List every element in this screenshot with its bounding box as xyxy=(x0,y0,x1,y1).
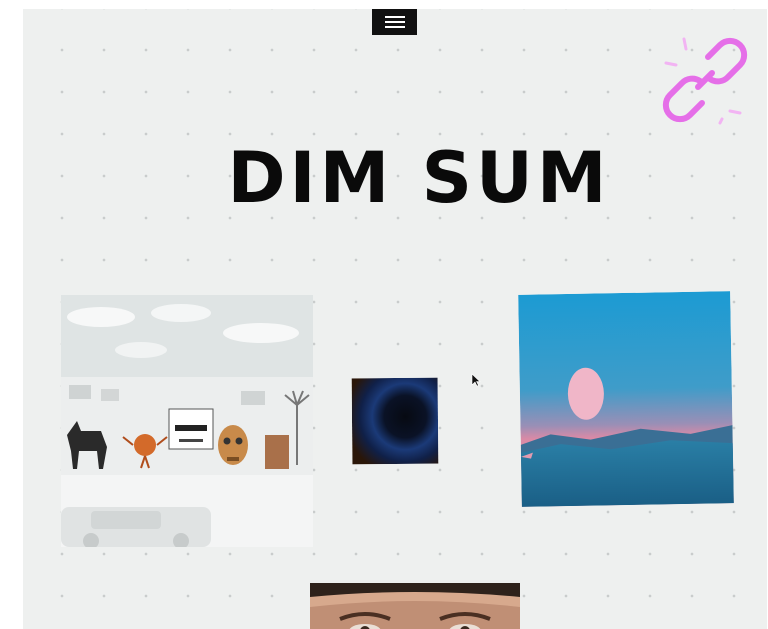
face-photo-artwork[interactable] xyxy=(310,583,520,629)
mouse-cursor-icon xyxy=(471,373,481,387)
hamburger-menu-button[interactable] xyxy=(372,9,417,35)
menu-line xyxy=(384,16,405,18)
collage-artwork[interactable] xyxy=(61,295,313,547)
broken-link-icon[interactable] xyxy=(660,35,750,125)
moon-ocean-artwork[interactable] xyxy=(518,291,734,507)
page-title: DIM SUM xyxy=(227,137,611,219)
canvas: DIM SUM xyxy=(23,9,767,629)
eclipse-artwork[interactable] xyxy=(351,377,439,465)
menu-line xyxy=(384,21,405,23)
menu-line xyxy=(384,26,405,28)
